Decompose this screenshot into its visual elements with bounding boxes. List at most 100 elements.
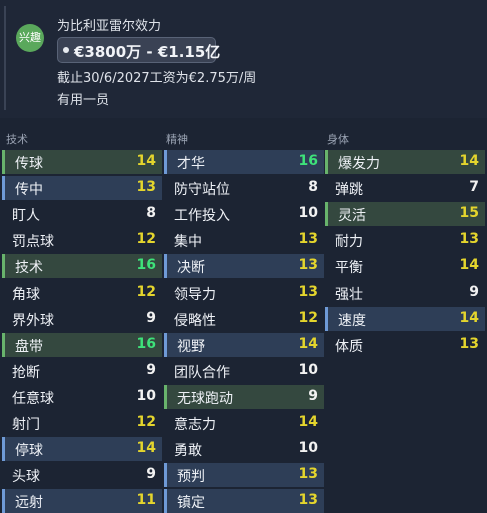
attribute-name: 领导力 [174,287,216,303]
attribute-value: 10 [136,388,156,404]
attribute-row[interactable]: 速度 14 [325,307,485,331]
attribute-name: 勇敢 [174,443,202,459]
attribute-value: 9 [146,310,156,326]
attribute-row[interactable]: 工作投入 10 [164,202,324,226]
attribute-value: 13 [298,492,318,508]
attribute-row[interactable]: 传中 13 [2,176,162,200]
attribute-value: 10 [298,205,318,221]
attribute-row[interactable]: 无球跑动 9 [164,385,324,409]
attribute-value: 12 [136,284,156,300]
attribute-row[interactable]: 才华 16 [164,150,324,174]
attribute-row[interactable]: 远射 11 [2,489,162,513]
attribute-value: 14 [298,336,318,352]
attribute-name: 灵活 [338,208,366,224]
attribute-name: 意志力 [174,417,216,433]
interest-badge: 兴趣 [16,24,44,52]
contract-text: 截止30/6/2027工资为€2.75万/周 [57,71,257,86]
attribute-row[interactable]: 头球 9 [2,463,162,487]
attribute-value: 14 [298,414,318,430]
attribute-name: 体质 [335,339,363,355]
attribute-name: 弹跳 [335,182,363,198]
attribute-name: 耐力 [335,234,363,250]
attribute-name: 视野 [177,339,205,355]
attribute-value: 12 [298,310,318,326]
attribute-name: 头球 [12,469,40,485]
attribute-row[interactable]: 意志力 14 [164,411,324,435]
attribute-row[interactable]: 团队合作 10 [164,359,324,383]
attribute-row[interactable]: 体质 13 [325,333,485,357]
attribute-row[interactable]: 防守站位 8 [164,176,324,200]
attribute-row[interactable]: 传球 14 [2,150,162,174]
attribute-row[interactable]: 盘带 16 [2,333,162,357]
attribute-name: 团队合作 [174,365,230,381]
attribute-row[interactable]: 镇定 13 [164,489,324,513]
attribute-name: 预判 [177,469,205,485]
attribute-name: 传中 [15,182,43,198]
attribute-row[interactable]: 勇敢 10 [164,437,324,461]
attribute-row[interactable]: 弹跳 7 [325,176,485,200]
attribute-name: 决断 [177,260,205,276]
technical-header: 技术 [6,133,28,146]
attribute-row[interactable]: 抢断 9 [2,359,162,383]
attribute-row[interactable]: 平衡 14 [325,254,485,278]
attribute-name: 技术 [15,260,43,276]
attribute-value: 12 [136,231,156,247]
attribute-name: 停球 [15,443,43,459]
attribute-name: 盯人 [12,208,40,224]
attribute-row[interactable]: 罚点球 12 [2,228,162,252]
attribute-row[interactable]: 视野 14 [164,333,324,357]
attribute-value: 16 [136,336,156,352]
attribute-value: 16 [298,153,318,169]
attribute-value: 14 [136,153,156,169]
attribute-value: 9 [146,466,156,482]
attribute-name: 射门 [12,417,40,433]
attribute-value: 13 [298,284,318,300]
attribute-value: 11 [136,492,156,508]
attribute-row[interactable]: 灵活 15 [325,202,485,226]
attribute-row[interactable]: 角球 12 [2,281,162,305]
attribute-name: 任意球 [12,391,54,407]
attribute-row[interactable]: 盯人 8 [2,202,162,226]
attribute-name: 侵略性 [174,313,216,329]
attribute-row[interactable]: 停球 14 [2,437,162,461]
mental-header: 精神 [166,133,188,146]
attribute-value: 15 [459,205,479,221]
physical-header: 身体 [327,133,349,146]
attribute-name: 罚点球 [12,234,54,250]
wage-range-pill[interactable]: €3800万 - €1.15亿 [57,37,220,63]
attribute-row[interactable]: 预判 13 [164,463,324,487]
attribute-name: 镇定 [177,495,205,511]
attribute-row[interactable]: 技术 16 [2,254,162,278]
club-text: 为比利亚雷尔效力 [57,19,162,34]
attribute-name: 抢断 [12,365,40,381]
attribute-row[interactable]: 任意球 10 [2,385,162,409]
attribute-name: 平衡 [335,260,363,276]
attribute-row[interactable]: 强壮 9 [325,281,485,305]
attribute-value: 8 [146,205,156,221]
attribute-value: 9 [469,284,479,300]
attribute-value: 8 [308,179,318,195]
attribute-row[interactable]: 集中 13 [164,228,324,252]
attribute-row[interactable]: 侵略性 12 [164,307,324,331]
attribute-name: 才华 [177,156,205,172]
attribute-name: 界外球 [12,313,54,329]
attribute-row[interactable]: 爆发力 14 [325,150,485,174]
attribute-row[interactable]: 耐力 13 [325,228,485,252]
attribute-value: 13 [459,336,479,352]
attribute-row[interactable]: 决断 13 [164,254,324,278]
attribute-row[interactable]: 领导力 13 [164,281,324,305]
attribute-value: 9 [308,388,318,404]
attribute-value: 13 [298,257,318,273]
attribute-name: 工作投入 [174,208,230,224]
bullet-icon [63,47,69,53]
attribute-row[interactable]: 界外球 9 [2,307,162,331]
attribute-value: 14 [459,257,479,273]
attribute-value: 13 [136,179,156,195]
attribute-value: 13 [459,231,479,247]
attribute-name: 集中 [174,234,202,250]
attribute-name: 角球 [12,287,40,303]
attribute-value: 16 [136,257,156,273]
attribute-row[interactable]: 射门 12 [2,411,162,435]
attribute-name: 强壮 [335,287,363,303]
attribute-value: 7 [469,179,479,195]
